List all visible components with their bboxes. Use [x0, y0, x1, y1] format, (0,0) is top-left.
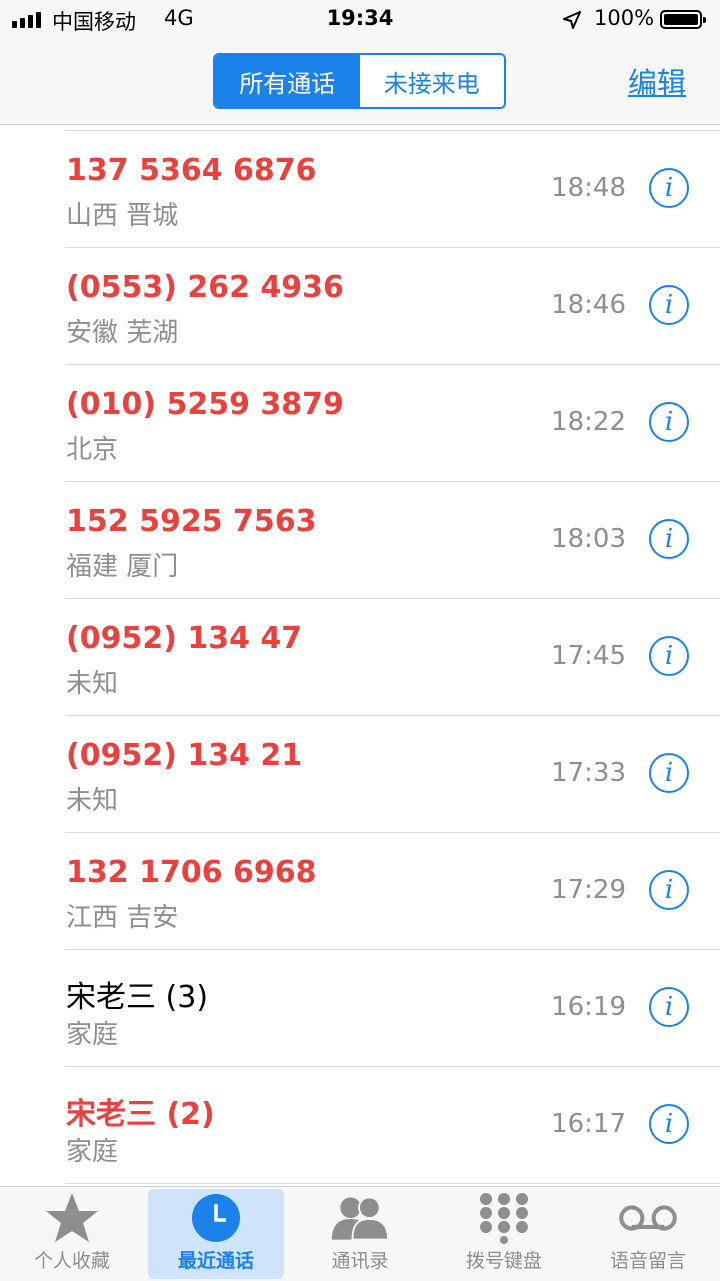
info-icon[interactable]: i — [649, 753, 689, 793]
call-time: 18:22 — [551, 407, 626, 437]
call-row[interactable]: 132 1706 6968 江西 吉安 17:29 i — [65, 832, 720, 949]
location-arrow-icon — [562, 10, 582, 34]
tab-voicemail[interactable]: 语音留言 — [580, 1189, 716, 1279]
info-icon[interactable]: i — [649, 870, 689, 910]
call-row[interactable]: (010) 5259 3879 北京 18:22 i — [65, 364, 720, 481]
call-location: 江西 吉安 — [66, 903, 179, 933]
call-location: 家庭 — [66, 1137, 119, 1167]
info-icon[interactable]: i — [649, 402, 689, 442]
call-name: (0952) 134 21 — [66, 738, 303, 773]
call-row[interactable]: 宋老三 (2) 家庭 16:17 i — [65, 1066, 720, 1183]
status-bar: 中国移动 4G 19:34 100% — [0, 0, 720, 40]
contacts-icon — [330, 1190, 390, 1246]
tab-contacts[interactable]: 通讯录 — [292, 1189, 428, 1279]
call-location: 家庭 — [66, 1020, 119, 1050]
call-location: 安徽 芜湖 — [66, 318, 179, 348]
call-row[interactable]: 152 5925 7563 福建 厦门 18:03 i — [65, 481, 720, 598]
call-name: 宋老三 (2) — [66, 1097, 215, 1132]
call-time: 16:17 — [551, 1109, 626, 1139]
call-time: 16:19 — [551, 992, 626, 1022]
call-name: 152 5925 7563 — [66, 504, 317, 539]
call-name: 137 5364 6876 — [66, 153, 317, 188]
call-name: (0553) 262 4936 — [66, 270, 344, 305]
star-icon — [42, 1190, 102, 1246]
call-name: (0952) 134 47 — [66, 621, 303, 656]
call-time: 18:03 — [551, 524, 626, 554]
tab-recents[interactable]: 最近通话 — [148, 1189, 284, 1279]
call-row[interactable]: (0952) 134 21 未知 17:33 i — [65, 715, 720, 832]
battery-icon — [660, 10, 706, 29]
call-location: 北京 — [66, 435, 119, 465]
call-name: 宋老三 (3) — [66, 980, 209, 1015]
call-row[interactable]: 宋老三 (3) 家庭 16:19 i — [65, 949, 720, 1066]
call-time: 17:45 — [551, 641, 626, 671]
clock-icon — [186, 1190, 246, 1246]
info-icon[interactable]: i — [649, 285, 689, 325]
info-icon[interactable]: i — [649, 987, 689, 1027]
call-name: (010) 5259 3879 — [66, 387, 344, 422]
info-icon[interactable]: i — [649, 1104, 689, 1144]
tab-keypad[interactable]: 拨号键盘 — [436, 1189, 572, 1279]
info-icon[interactable]: i — [649, 519, 689, 559]
list-divider — [65, 1183, 720, 1185]
info-icon[interactable]: i — [649, 168, 689, 208]
edit-button[interactable]: 编辑 — [628, 60, 686, 102]
call-time: 17:29 — [551, 875, 626, 905]
call-location: 福建 厦门 — [66, 552, 179, 582]
call-row[interactable]: (0553) 262 4936 安徽 芜湖 18:46 i — [65, 247, 720, 364]
recent-calls-list: 137 5364 6876 山西 晋城 18:48 i (0553) 262 4… — [0, 130, 720, 1185]
call-time: 17:33 — [551, 758, 626, 788]
call-location: 山西 晋城 — [66, 201, 179, 231]
segment-all-calls[interactable]: 所有通话 — [215, 55, 360, 107]
nav-bar: 所有通话 未接来电 编辑 — [0, 40, 720, 125]
tab-bar: 个人收藏 最近通话 通讯录 拨号键盘 语音留言 — [0, 1186, 720, 1281]
call-location: 未知 — [66, 786, 119, 816]
info-icon[interactable]: i — [649, 636, 689, 676]
call-name: 132 1706 6968 — [66, 855, 317, 890]
call-time: 18:48 — [551, 173, 626, 203]
call-time: 18:46 — [551, 290, 626, 320]
segment-missed-calls[interactable]: 未接来电 — [359, 55, 504, 107]
call-location: 未知 — [66, 669, 119, 699]
keypad-icon — [474, 1190, 534, 1246]
tab-favorites[interactable]: 个人收藏 — [4, 1189, 140, 1279]
call-row[interactable]: (0952) 134 47 未知 17:45 i — [65, 598, 720, 715]
voicemail-icon — [618, 1190, 678, 1246]
call-row[interactable]: 137 5364 6876 山西 晋城 18:48 i — [65, 130, 720, 247]
battery-percent: 100% — [594, 6, 655, 30]
call-filter-segmented-control: 所有通话 未接来电 — [213, 53, 506, 109]
